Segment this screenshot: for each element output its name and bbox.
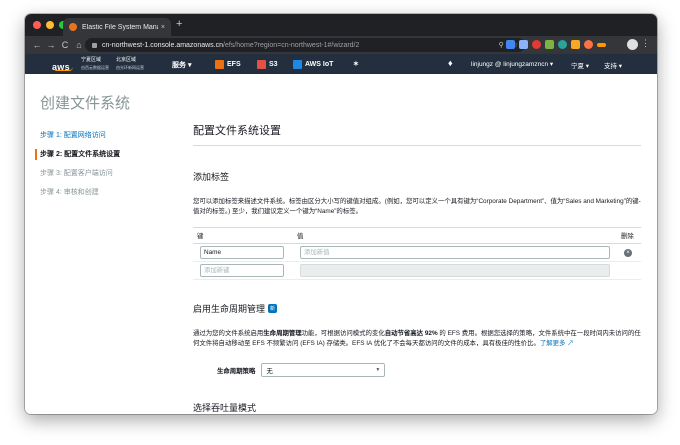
nav-efs[interactable]: EFS [215, 60, 241, 69]
bell-icon[interactable]: ♦ [448, 58, 453, 68]
section-heading: 配置文件系统设置 [193, 125, 281, 137]
lock-icon [92, 42, 97, 48]
extension-icon[interactable] [558, 40, 567, 49]
lifecycle-title: 启用生命周期管理 新 [193, 304, 278, 314]
lifecycle-policy-row: 生命周期策略 无 ▼ [217, 363, 641, 377]
extension-icon[interactable] [545, 40, 554, 49]
step-1-link[interactable]: 步骤 1: 配置网络访问 [40, 126, 120, 145]
address-bar[interactable]: cn-northwest-1.console.amazonaws.cn/efs/… [85, 38, 525, 52]
back-button[interactable]: ← [31, 40, 43, 50]
extension-icon[interactable] [519, 40, 528, 49]
minimize-window-button[interactable] [46, 21, 54, 29]
tags-table: 键 值 删除 × [193, 227, 641, 280]
aws-favicon-icon [69, 23, 77, 31]
window-controls [33, 21, 67, 29]
services-menu[interactable]: 服务 ▾ [172, 60, 191, 70]
extension-icon[interactable] [571, 40, 580, 49]
profile-avatar[interactable] [627, 39, 638, 50]
iot-icon [293, 60, 302, 69]
learn-more-link[interactable]: 了解更多 ↗ [540, 340, 574, 347]
tag-key-input[interactable] [200, 246, 284, 259]
tab-close-icon[interactable]: × [161, 24, 165, 31]
throughput-title: 选择吞吐量模式 [193, 403, 257, 413]
support-menu[interactable]: 支持 ▾ [604, 60, 622, 70]
wizard-steps: 步骤 1: 配置网络访问 步骤 2: 配置文件系统设置 步骤 3: 配置客户端访… [34, 126, 120, 202]
step-2-current: 步骤 2: 配置文件系统设置 [34, 145, 120, 164]
divider [193, 145, 641, 146]
table-row [193, 261, 641, 280]
region-menu[interactable]: 宁夏 ▾ [571, 60, 589, 70]
column-key: 键 [193, 227, 293, 244]
close-window-button[interactable] [33, 21, 41, 29]
aws-logo[interactable]: aws [52, 57, 78, 72]
table-row: × [193, 243, 641, 262]
tab-strip: Elastic File System Managem… × + [25, 14, 657, 36]
extension-icon[interactable] [532, 40, 541, 49]
new-tag-value-input [300, 264, 610, 277]
page-title: 创建文件系统 [40, 95, 131, 112]
zoom-icon[interactable]: ⚲ [499, 41, 504, 49]
browser-tab[interactable]: Elastic File System Managem… × [63, 18, 171, 36]
url-text: cn-northwest-1.console.amazonaws.cn/efs/… [102, 41, 360, 49]
new-badge: 新 [268, 304, 278, 313]
s3-icon [257, 60, 266, 69]
new-tab-button[interactable]: + [176, 18, 182, 30]
page-content: 创建文件系统 步骤 1: 配置网络访问 步骤 2: 配置文件系统设置 步骤 3:… [25, 74, 657, 414]
tag-value-input[interactable] [300, 246, 610, 259]
remove-tag-icon[interactable]: × [624, 248, 632, 257]
extension-icon[interactable] [506, 40, 515, 49]
column-value: 值 [293, 227, 617, 244]
efs-icon [215, 60, 224, 69]
nav-aws-iot[interactable]: AWS IoT [293, 60, 333, 69]
region-ningxia[interactable]: 宁夏区域 由西云数据运营 [81, 57, 109, 71]
aws-smile-icon [53, 67, 73, 71]
main-panel: 配置文件系统设置 添加标签 您可以添加标签来描述文件系统。标签由区分大小写的键值… [193, 122, 641, 414]
new-tag-key-input[interactable] [200, 264, 284, 277]
lifecycle-policy-select[interactable]: 无 ▼ [261, 363, 386, 377]
region-beijing[interactable]: 北京区域 由光环新网运营 [116, 57, 144, 71]
browser-window: Elastic File System Managem… × + ← → C ⌂… [25, 14, 657, 414]
tab-title: Elastic File System Managem… [82, 23, 158, 31]
chevron-down-icon: ▼ [375, 367, 381, 373]
tags-description: 您可以添加标签来描述文件系统。标签由区分大小写的键值对组成。(例如，您可以定义一… [193, 198, 641, 215]
aws-navbar: aws 宁夏区域 由西云数据运营 北京区域 由光环新网运营 服务 ▾ EFS S… [25, 54, 657, 74]
reload-button[interactable]: C [59, 40, 71, 50]
home-button[interactable]: ⌂ [73, 40, 85, 50]
browser-toolbar: ← → C ⌂ cn-northwest-1.console.amazonaws… [25, 36, 657, 54]
pin-icon[interactable]: ✶ [353, 60, 359, 68]
extension-icon[interactable] [597, 43, 606, 47]
extension-icon[interactable] [584, 40, 593, 49]
step-4: 步骤 4: 审核和创建 [40, 189, 99, 196]
step-3: 步骤 3: 配置客户端访问 [40, 170, 113, 177]
nav-s3[interactable]: S3 [257, 60, 278, 69]
lifecycle-description: 通过为您的文件系统启用生命周期管理功能，可根据访问模式的变化自动节省高达 92%… [193, 330, 641, 347]
browser-menu-icon[interactable]: ⋮ [641, 38, 650, 49]
user-menu[interactable]: linjungz @ linjungzamzncn ▾ [471, 60, 553, 68]
lifecycle-policy-label: 生命周期策略 [217, 367, 256, 375]
forward-button[interactable]: → [45, 40, 57, 50]
tags-title: 添加标签 [193, 172, 230, 182]
column-remove: 删除 [617, 227, 641, 244]
